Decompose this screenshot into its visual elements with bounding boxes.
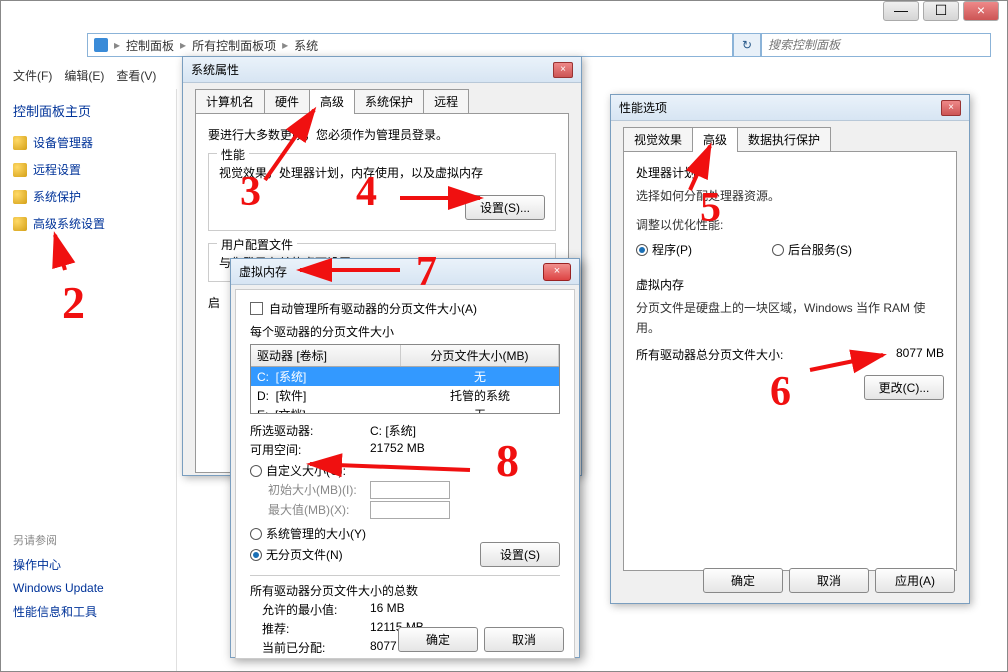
radio-icon bbox=[250, 528, 262, 540]
control-panel-home-link[interactable]: 控制面板主页 bbox=[13, 101, 164, 120]
dialog-title: 虚拟内存 bbox=[239, 263, 287, 280]
maximize-button[interactable]: ☐ bbox=[923, 1, 959, 21]
user-profile-label: 用户配置文件 bbox=[217, 236, 297, 253]
drive-row-d[interactable]: D: [软件]托管的系统 bbox=[251, 386, 559, 405]
cancel-button[interactable]: 取消 bbox=[484, 627, 564, 652]
radio-icon bbox=[636, 244, 648, 256]
summary-header: 所有驱动器分页文件大小的总数 bbox=[250, 582, 560, 599]
ok-button[interactable]: 确定 bbox=[398, 627, 478, 652]
total-paging-label: 所有驱动器总分页文件大小: bbox=[636, 346, 783, 363]
tab-remote[interactable]: 远程 bbox=[423, 89, 469, 114]
crumb-all-items[interactable]: 所有控制面板项 bbox=[192, 37, 276, 54]
chevron-right-icon: ▸ bbox=[180, 38, 186, 52]
virtual-memory-label: 虚拟内存 bbox=[636, 276, 944, 293]
close-icon[interactable]: × bbox=[553, 62, 573, 78]
admin-note: 要进行大多数更改，您必须作为管理员登录。 bbox=[208, 126, 556, 143]
auto-manage-checkbox[interactable] bbox=[250, 302, 263, 315]
auto-manage-label: 自动管理所有驱动器的分页文件大小(A) bbox=[269, 300, 477, 317]
see-also-header: 另请参阅 bbox=[13, 532, 164, 548]
radio-programs[interactable]: 程序(P) bbox=[636, 241, 692, 258]
crumb-control-panel[interactable]: 控制面板 bbox=[126, 37, 174, 54]
shield-icon bbox=[13, 136, 27, 150]
total-paging-value: 8077 MB bbox=[896, 346, 944, 363]
tab-hardware[interactable]: 硬件 bbox=[264, 89, 310, 114]
radio-icon bbox=[250, 549, 262, 561]
virtual-memory-desc: 分页文件是硬盘上的一块区域，Windows 当作 RAM 使用。 bbox=[636, 299, 944, 337]
min-value: 16 MB bbox=[370, 601, 405, 618]
radio-system-managed[interactable]: 系统管理的大小(Y) bbox=[250, 525, 560, 542]
link-system-protection[interactable]: 系统保护 bbox=[13, 188, 164, 205]
close-icon[interactable]: × bbox=[941, 100, 961, 116]
processor-scheduling-desc: 选择如何分配处理器资源。 bbox=[636, 187, 944, 206]
control-panel-icon bbox=[94, 38, 108, 52]
tab-visual-effects[interactable]: 视觉效果 bbox=[623, 127, 693, 152]
close-button[interactable]: × bbox=[963, 1, 999, 21]
ok-button[interactable]: 确定 bbox=[703, 568, 783, 593]
performance-label: 性能 bbox=[217, 146, 249, 163]
drive-row-c[interactable]: C: [系统]无 bbox=[251, 367, 559, 386]
left-pane: 控制面板主页 设备管理器 远程设置 系统保护 高级系统设置 另请参阅 操作中心 … bbox=[1, 89, 177, 671]
current-label: 当前已分配: bbox=[250, 639, 370, 656]
link-windows-update[interactable]: Windows Update bbox=[13, 581, 164, 595]
initial-size-label: 初始大小(MB)(I): bbox=[250, 481, 370, 499]
performance-group: 性能 视觉效果，处理器计划，内存使用，以及虚拟内存 设置(S)... bbox=[208, 153, 556, 231]
link-device-manager[interactable]: 设备管理器 bbox=[13, 134, 164, 151]
tab-dep[interactable]: 数据执行保护 bbox=[737, 127, 831, 152]
col-size-header: 分页文件大小(MB) bbox=[401, 345, 559, 366]
close-icon[interactable]: × bbox=[543, 263, 571, 281]
link-remote-settings[interactable]: 远程设置 bbox=[13, 161, 164, 178]
max-size-input[interactable] bbox=[370, 501, 450, 519]
selected-drive-value: C: [系统] bbox=[370, 422, 416, 439]
link-advanced-system-settings[interactable]: 高级系统设置 bbox=[13, 215, 164, 232]
max-size-label: 最大值(MB)(X): bbox=[250, 501, 370, 519]
radio-custom-size[interactable]: 自定义大小(C): bbox=[250, 462, 560, 479]
dialog-title: 系统属性 bbox=[191, 61, 239, 78]
adjust-label: 调整以优化性能: bbox=[636, 216, 944, 235]
selected-drive-label: 所选驱动器: bbox=[250, 422, 370, 439]
shield-icon bbox=[13, 163, 27, 177]
shield-icon bbox=[13, 190, 27, 204]
col-drive-header: 驱动器 [卷标] bbox=[251, 345, 401, 366]
initial-size-input[interactable] bbox=[370, 481, 450, 499]
processor-scheduling-label: 处理器计划 bbox=[636, 164, 944, 181]
crumb-system[interactable]: 系统 bbox=[294, 37, 318, 54]
refresh-button[interactable]: ↻ bbox=[733, 33, 761, 57]
tab-computer-name[interactable]: 计算机名 bbox=[195, 89, 265, 114]
link-action-center[interactable]: 操作中心 bbox=[13, 556, 164, 573]
link-performance-info[interactable]: 性能信息和工具 bbox=[13, 603, 164, 620]
address-bar[interactable]: ▸ 控制面板 ▸ 所有控制面板项 ▸ 系统 bbox=[87, 33, 733, 57]
per-drive-label: 每个驱动器的分页文件大小 bbox=[250, 323, 560, 340]
tab-advanced[interactable]: 高级 bbox=[309, 89, 355, 114]
menu-edit[interactable]: 编辑(E) bbox=[64, 67, 104, 83]
tab-system-protection[interactable]: 系统保护 bbox=[354, 89, 424, 114]
performance-options-dialog: 性能选项 × 视觉效果 高级 数据执行保护 处理器计划 选择如何分配处理器资源。… bbox=[610, 94, 970, 604]
radio-icon bbox=[772, 244, 784, 256]
recommended-label: 推荐: bbox=[250, 620, 370, 637]
free-space-label: 可用空间: bbox=[250, 441, 370, 458]
drive-table[interactable]: 驱动器 [卷标] 分页文件大小(MB) C: [系统]无 D: [软件]托管的系… bbox=[250, 344, 560, 414]
performance-settings-button[interactable]: 设置(S)... bbox=[465, 195, 545, 220]
drive-row-e[interactable]: E: [文档]无 bbox=[251, 405, 559, 414]
change-virtual-memory-button[interactable]: 更改(C)... bbox=[864, 375, 944, 400]
radio-no-paging-file[interactable]: 无分页文件(N) bbox=[250, 546, 343, 563]
cancel-button[interactable]: 取消 bbox=[789, 568, 869, 593]
search-input[interactable] bbox=[761, 33, 991, 57]
dialog-title: 性能选项 bbox=[619, 99, 667, 116]
menu-file[interactable]: 文件(F) bbox=[13, 67, 52, 83]
apply-button[interactable]: 应用(A) bbox=[875, 568, 955, 593]
shield-icon bbox=[13, 217, 27, 231]
radio-icon bbox=[250, 465, 262, 477]
minimize-button[interactable]: — bbox=[883, 1, 919, 21]
free-space-value: 21752 MB bbox=[370, 441, 425, 458]
tab-advanced[interactable]: 高级 bbox=[692, 127, 738, 152]
min-label: 允许的最小值: bbox=[250, 601, 370, 618]
radio-background-services[interactable]: 后台服务(S) bbox=[772, 241, 852, 258]
menu-view[interactable]: 查看(V) bbox=[116, 67, 156, 83]
chevron-right-icon: ▸ bbox=[114, 38, 120, 52]
performance-desc: 视觉效果，处理器计划，内存使用，以及虚拟内存 bbox=[219, 164, 545, 181]
set-button[interactable]: 设置(S) bbox=[480, 542, 560, 567]
chevron-right-icon: ▸ bbox=[282, 38, 288, 52]
virtual-memory-dialog: 虚拟内存 × 自动管理所有驱动器的分页文件大小(A) 每个驱动器的分页文件大小 … bbox=[230, 258, 580, 658]
